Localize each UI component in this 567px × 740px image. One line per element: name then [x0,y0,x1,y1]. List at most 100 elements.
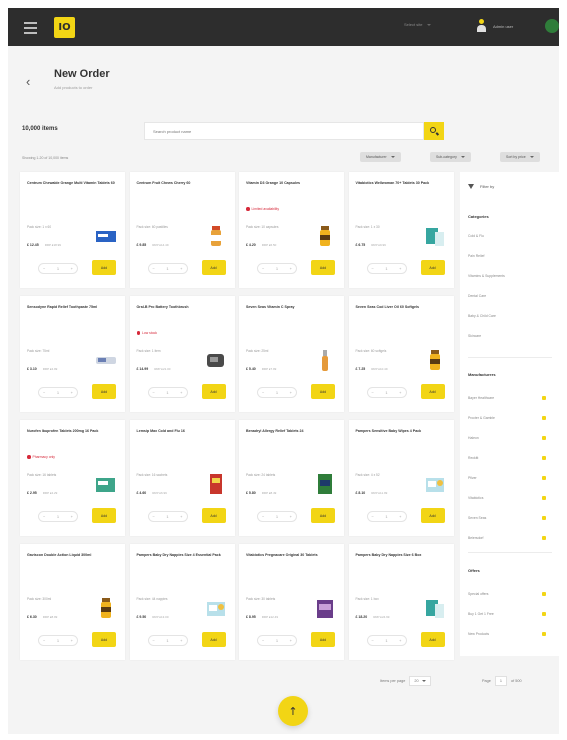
product-name[interactable]: Pampers Baby Dry Nappies Size 6 Box [356,553,444,558]
decrement-button[interactable]: − [372,638,374,643]
product-card[interactable]: Sensodyne Rapid Relief Toothpaste 75ml Pa… [20,296,125,412]
user-menu[interactable]: Admin user [476,19,513,33]
filter-option[interactable]: Bayer Healthcare [468,396,552,400]
decrement-button[interactable]: − [262,638,264,643]
decrement-button[interactable]: − [43,266,45,271]
increment-button[interactable]: + [180,266,182,271]
quantity-value[interactable]: 1 [276,266,278,271]
filter-option[interactable]: Buy 1 Get 1 Free [468,612,552,616]
filter-option[interactable]: Seven Seas [468,516,552,520]
product-card[interactable]: Vitabiotics Pregnacare Original 30 Table… [239,544,344,660]
increment-button[interactable]: + [290,638,292,643]
increment-button[interactable]: + [290,514,292,519]
quantity-stepper[interactable]: − 1 + [257,635,297,646]
checkbox-icon[interactable] [542,396,546,400]
quantity-value[interactable]: 1 [166,638,168,643]
decrement-button[interactable]: − [43,638,45,643]
increment-button[interactable]: + [71,638,73,643]
product-image[interactable] [206,472,226,496]
checkbox-icon[interactable] [542,416,546,420]
product-image[interactable] [96,596,116,620]
decrement-button[interactable]: − [153,514,155,519]
quantity-stepper[interactable]: − 1 + [366,263,407,274]
checkbox-icon[interactable] [542,516,546,520]
back-button[interactable]: ‹ [26,74,30,89]
app-logo[interactable]: IO [54,17,75,38]
product-card[interactable]: Lemsip Max Cold and Flu 16 Pack size: 16 … [129,420,235,536]
checkbox-icon[interactable] [542,456,546,460]
subcategory-dropdown[interactable]: Sub-category [430,152,471,162]
filter-option[interactable]: Procter & Gamble [468,416,552,420]
product-name[interactable]: Nurofen Ibuprofen Tablets 200mg 16 Pack [27,429,115,434]
product-card[interactable]: Pampers Baby Dry Nappies Size 4 Essentia… [129,544,235,660]
per-page-select[interactable]: 20 [409,676,431,686]
product-image[interactable] [96,224,116,248]
product-name[interactable]: Pampers Baby Dry Nappies Size 4 Essentia… [137,553,225,558]
add-to-order-button[interactable]: Add [420,508,445,523]
product-image[interactable] [96,472,116,496]
product-image[interactable] [315,348,335,372]
quantity-stepper[interactable]: − 1 + [38,387,78,398]
checkbox-icon[interactable] [542,632,546,636]
product-name[interactable]: Sensodyne Rapid Relief Toothpaste 75ml [27,305,115,310]
product-name[interactable]: Seven Seas Vitamin C Spray [246,305,334,310]
search-input[interactable] [144,122,424,140]
increment-button[interactable]: + [71,390,73,395]
product-image[interactable] [425,472,445,496]
product-name[interactable]: Vitamin D3 Orange 10 Capsules [246,181,334,186]
product-name[interactable]: Oral-B Pro Battery Toothbrush [137,305,225,310]
quantity-stepper[interactable]: − 1 + [147,635,188,646]
filter-option[interactable]: Cold & Flu [468,234,552,238]
product-image[interactable] [315,224,335,248]
add-to-order-button[interactable]: Add [201,632,226,647]
add-to-order-button[interactable]: Add [420,260,445,275]
search-button[interactable] [424,122,444,140]
product-card[interactable]: Seven Seas Cod Liver Oil 60 Softgels Pack… [348,296,454,412]
quantity-value[interactable]: 1 [385,638,387,643]
product-name[interactable]: Centrum Chewable Orange Multi Vitamin Ta… [27,181,115,186]
add-to-order-button[interactable]: Add [201,384,226,399]
product-name[interactable]: Vitabiotics Wellwoman 70+ Tablets 30 Pac… [356,181,444,186]
quantity-value[interactable]: 1 [166,514,168,519]
product-name[interactable]: Centrum Fruit Chews Cherry 60 [137,181,225,186]
add-to-order-button[interactable]: Add [311,384,335,399]
filter-option[interactable]: Dental Care [468,294,552,298]
quantity-value[interactable]: 1 [57,266,59,271]
add-to-order-button[interactable]: Add [420,632,445,647]
quantity-stepper[interactable]: − 1 + [147,511,188,522]
page-input[interactable]: 1 [494,676,507,686]
increment-button[interactable]: + [180,514,182,519]
increment-button[interactable]: + [71,266,73,271]
quantity-stepper[interactable]: − 1 + [147,263,188,274]
quantity-stepper[interactable]: − 1 + [257,511,297,522]
checkbox-icon[interactable] [542,536,546,540]
manufacturer-dropdown[interactable]: Manufacturer [360,152,401,162]
increment-button[interactable]: + [399,638,401,643]
floating-action-button[interactable]: ↑ [278,696,308,726]
product-card[interactable]: Pampers Baby Dry Nappies Size 6 Box Pack … [348,544,454,660]
product-card[interactable]: Gaviscon Double Action Liquid 300ml Pack … [20,544,125,660]
checkbox-icon[interactable] [542,436,546,440]
product-name[interactable]: Benadryl Allergy Relief Tablets 24 [246,429,334,434]
decrement-button[interactable]: − [262,266,264,271]
product-card[interactable]: Seven Seas Vitamin C Spray Pack size: 25m… [239,296,344,412]
increment-button[interactable]: + [399,390,401,395]
quantity-value[interactable]: 1 [166,390,168,395]
product-name[interactable]: Seven Seas Cod Liver Oil 60 Softgels [356,305,444,310]
product-image[interactable] [206,224,226,248]
quantity-value[interactable]: 1 [385,390,387,395]
filter-option[interactable]: Beiersdorf [468,536,552,540]
quantity-value[interactable]: 1 [57,638,59,643]
add-to-order-button[interactable]: Add [92,260,116,275]
quantity-value[interactable]: 1 [276,390,278,395]
add-to-order-button[interactable]: Add [92,384,116,399]
product-image[interactable] [315,596,335,620]
filter-option[interactable]: Special offers [468,592,552,596]
quantity-stepper[interactable]: − 1 + [38,511,78,522]
increment-button[interactable]: + [290,390,292,395]
product-name[interactable]: Pampers Sensitive Baby Wipes 4 Pack [356,429,444,434]
quantity-value[interactable]: 1 [385,266,387,271]
product-image[interactable] [425,224,445,248]
decrement-button[interactable]: − [153,266,155,271]
quantity-stepper[interactable]: − 1 + [38,635,78,646]
